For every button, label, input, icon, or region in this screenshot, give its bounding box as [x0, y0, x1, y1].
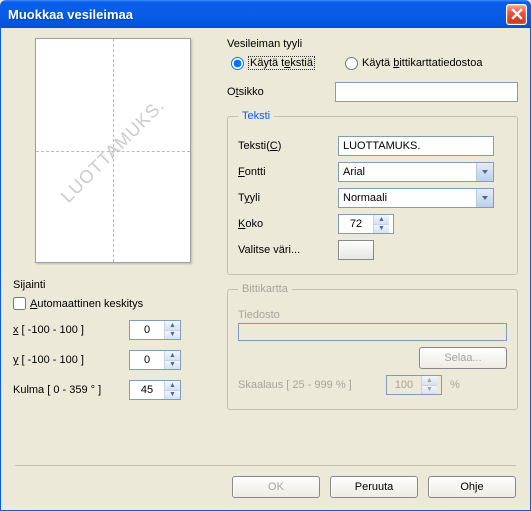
scale-spin-buttons: ▲▼: [421, 376, 437, 394]
text-input[interactable]: [338, 136, 494, 156]
bitmap-group: Bittikartta Tiedosto Selaa... Skaalaus […: [227, 283, 518, 410]
chevron-down-icon: [476, 189, 493, 207]
file-label: Tiedosto: [238, 309, 507, 321]
teksti-group: Teksti Teksti(C) Fontti Arial Tyyli Norm…: [227, 110, 518, 275]
close-button[interactable]: [506, 4, 527, 25]
ok-button: OK: [232, 476, 320, 498]
auto-center-checkbox[interactable]: [13, 297, 26, 310]
y-label: y [ -100 - 100 ]: [13, 354, 123, 366]
angle-spinner[interactable]: ▲▼: [129, 380, 181, 400]
auto-center-label: Automaattinen keskitys: [30, 298, 143, 310]
color-label: Valitse väri...: [238, 244, 330, 256]
angle-spin-buttons[interactable]: ▲▼: [164, 381, 180, 399]
sijainti-label: Sijainti: [13, 279, 213, 291]
size-label: Koko: [238, 218, 330, 230]
use-text-label: Käytä tekstiä: [248, 56, 315, 70]
scale-spinner: ▲▼: [386, 375, 442, 395]
file-input: [238, 323, 507, 341]
use-text-radio[interactable]: [231, 57, 244, 70]
use-bitmap-label: Käytä bittikarttatiedostoa: [362, 57, 482, 69]
help-button[interactable]: Ohje: [428, 476, 516, 498]
y-input[interactable]: [130, 351, 164, 369]
angle-input[interactable]: [130, 381, 164, 399]
close-icon: [511, 8, 523, 20]
button-bar: OK Peruuta Ohje: [15, 465, 516, 498]
bitmap-legend: Bittikartta: [238, 283, 292, 295]
text-label: Teksti(C): [238, 140, 330, 152]
x-spin-buttons[interactable]: ▲▼: [164, 321, 180, 339]
angle-label: Kulma [ 0 - 359 ° ]: [13, 384, 123, 396]
style-group-label: Vesileiman tyyli: [227, 38, 518, 50]
size-input[interactable]: [339, 215, 373, 233]
left-column: LUOTTAMUKS. Sijainti Automaattinen keski…: [13, 38, 213, 418]
title-bar: Muokkaa vesileimaa: [0, 0, 531, 28]
chevron-down-icon: [476, 163, 493, 181]
style-value: Normaali: [343, 192, 476, 204]
right-column: Vesileiman tyyli Käytä tekstiä Käytä bit…: [227, 38, 518, 418]
window-title: Muokkaa vesileimaa: [8, 7, 506, 22]
style-combo[interactable]: Normaali: [338, 188, 494, 208]
dialog-body: LUOTTAMUKS. Sijainti Automaattinen keski…: [0, 28, 531, 511]
size-spinner[interactable]: ▲▼: [338, 214, 394, 234]
color-button[interactable]: [338, 240, 374, 260]
scale-input: [387, 376, 421, 394]
teksti-legend: Teksti: [238, 110, 274, 122]
x-label: x [ -100 - 100 ]: [13, 324, 123, 336]
x-input[interactable]: [130, 321, 164, 339]
cancel-button[interactable]: Peruuta: [330, 476, 418, 498]
size-spin-buttons[interactable]: ▲▼: [373, 215, 389, 233]
font-combo[interactable]: Arial: [338, 162, 494, 182]
watermark-preview: LUOTTAMUKS.: [35, 38, 191, 263]
y-spinner[interactable]: ▲▼: [129, 350, 181, 370]
scale-label: Skaalaus [ 25 - 999 % ]: [238, 379, 378, 391]
x-spinner[interactable]: ▲▼: [129, 320, 181, 340]
font-value: Arial: [343, 166, 476, 178]
style-label: Tyyli: [238, 192, 330, 204]
browse-button: Selaa...: [419, 347, 507, 369]
use-bitmap-radio[interactable]: [345, 57, 358, 70]
font-label: Fontti: [238, 166, 330, 178]
percent-label: %: [450, 379, 460, 391]
otsikko-input[interactable]: [335, 82, 518, 102]
y-spin-buttons[interactable]: ▲▼: [164, 351, 180, 369]
otsikko-label: Otsikko: [227, 86, 327, 98]
